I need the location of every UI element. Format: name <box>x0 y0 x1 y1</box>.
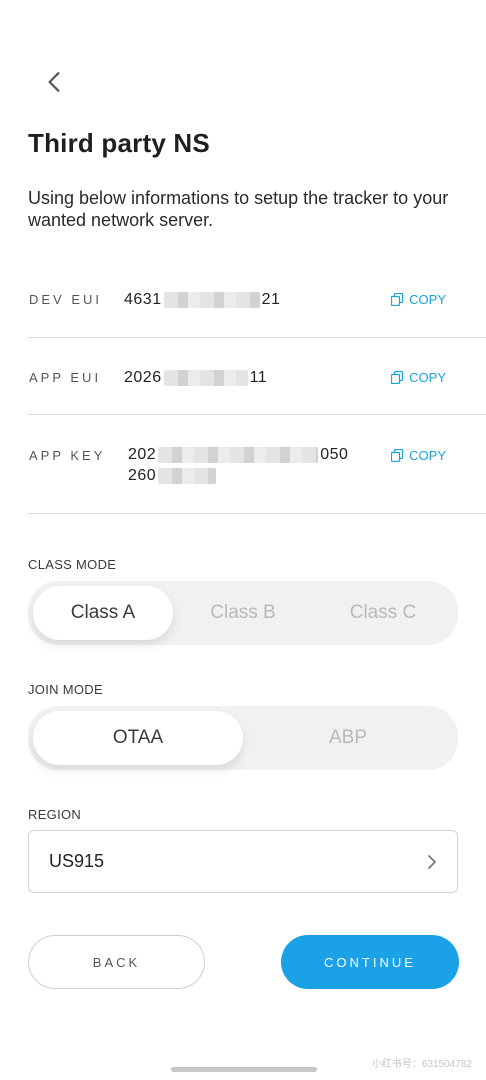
back-nav-button[interactable] <box>34 62 74 102</box>
class-mode-segmented-control: Class A Class B Class C <box>28 581 458 645</box>
app-key-line1-start: 202 <box>128 446 157 463</box>
app-key-row: APP KEY 202 050 260 COPY <box>28 415 486 514</box>
app-key-value: 202 050 260 <box>128 444 348 486</box>
chevron-left-icon <box>48 72 60 92</box>
dev-eui-label: DEV EUI <box>29 292 103 307</box>
app-key-line-2: 260 <box>128 465 348 486</box>
copy-label: COPY <box>409 448 446 463</box>
copy-icon <box>391 371 404 384</box>
dev-eui-row: DEV EUI 4631 21 COPY <box>28 262 486 338</box>
dev-eui-value-end: 21 <box>261 291 281 308</box>
copy-dev-eui-button[interactable]: COPY <box>391 292 446 307</box>
region-label: REGION <box>28 807 82 822</box>
class-c-option[interactable]: Class C <box>313 586 453 640</box>
copy-label: COPY <box>409 370 446 385</box>
redacted-mask <box>158 446 319 463</box>
back-button[interactable]: BACK <box>28 935 205 989</box>
app-key-line2-start: 260 <box>128 467 157 484</box>
app-key-line1-end: 050 <box>320 446 349 463</box>
abp-option[interactable]: ABP <box>243 711 453 765</box>
dev-eui-value: 4631 21 <box>124 289 280 310</box>
continue-button[interactable]: CONTINUE <box>281 935 459 989</box>
dev-eui-value-start: 4631 <box>124 291 162 308</box>
class-b-option[interactable]: Class B <box>173 586 313 640</box>
app-eui-value-end: 11 <box>249 369 268 386</box>
join-mode-label: JOIN MODE <box>28 682 103 697</box>
redacted-mask <box>163 369 248 386</box>
region-value: US915 <box>49 851 105 871</box>
copy-icon <box>391 449 404 462</box>
class-a-option[interactable]: Class A <box>33 586 173 640</box>
app-key-line-1: 202 050 <box>128 444 348 465</box>
app-eui-row: APP EUI 2026 11 COPY <box>28 338 486 415</box>
watermark-text: 小红书号：631504782 <box>371 1059 472 1070</box>
copy-icon <box>391 293 404 306</box>
copy-label: COPY <box>409 292 446 307</box>
otaa-option[interactable]: OTAA <box>33 711 243 765</box>
app-eui-value-start: 2026 <box>124 369 162 386</box>
redacted-mask <box>158 467 217 484</box>
app-key-label: APP KEY <box>29 448 106 463</box>
join-mode-segmented-control: OTAA ABP <box>28 706 458 770</box>
app-eui-value: 2026 11 <box>124 367 267 388</box>
chevron-right-icon <box>428 854 436 869</box>
page-description: Using below informations to setup the tr… <box>28 188 449 230</box>
copy-app-key-button[interactable]: COPY <box>391 448 446 463</box>
page-title: Third party NS <box>28 128 210 158</box>
app-eui-label: APP EUI <box>29 370 102 385</box>
class-mode-label: CLASS MODE <box>28 557 117 572</box>
redacted-mask <box>163 291 260 308</box>
copy-app-eui-button[interactable]: COPY <box>391 370 446 385</box>
home-indicator[interactable] <box>171 1067 317 1072</box>
region-select[interactable]: US915 <box>28 830 458 893</box>
